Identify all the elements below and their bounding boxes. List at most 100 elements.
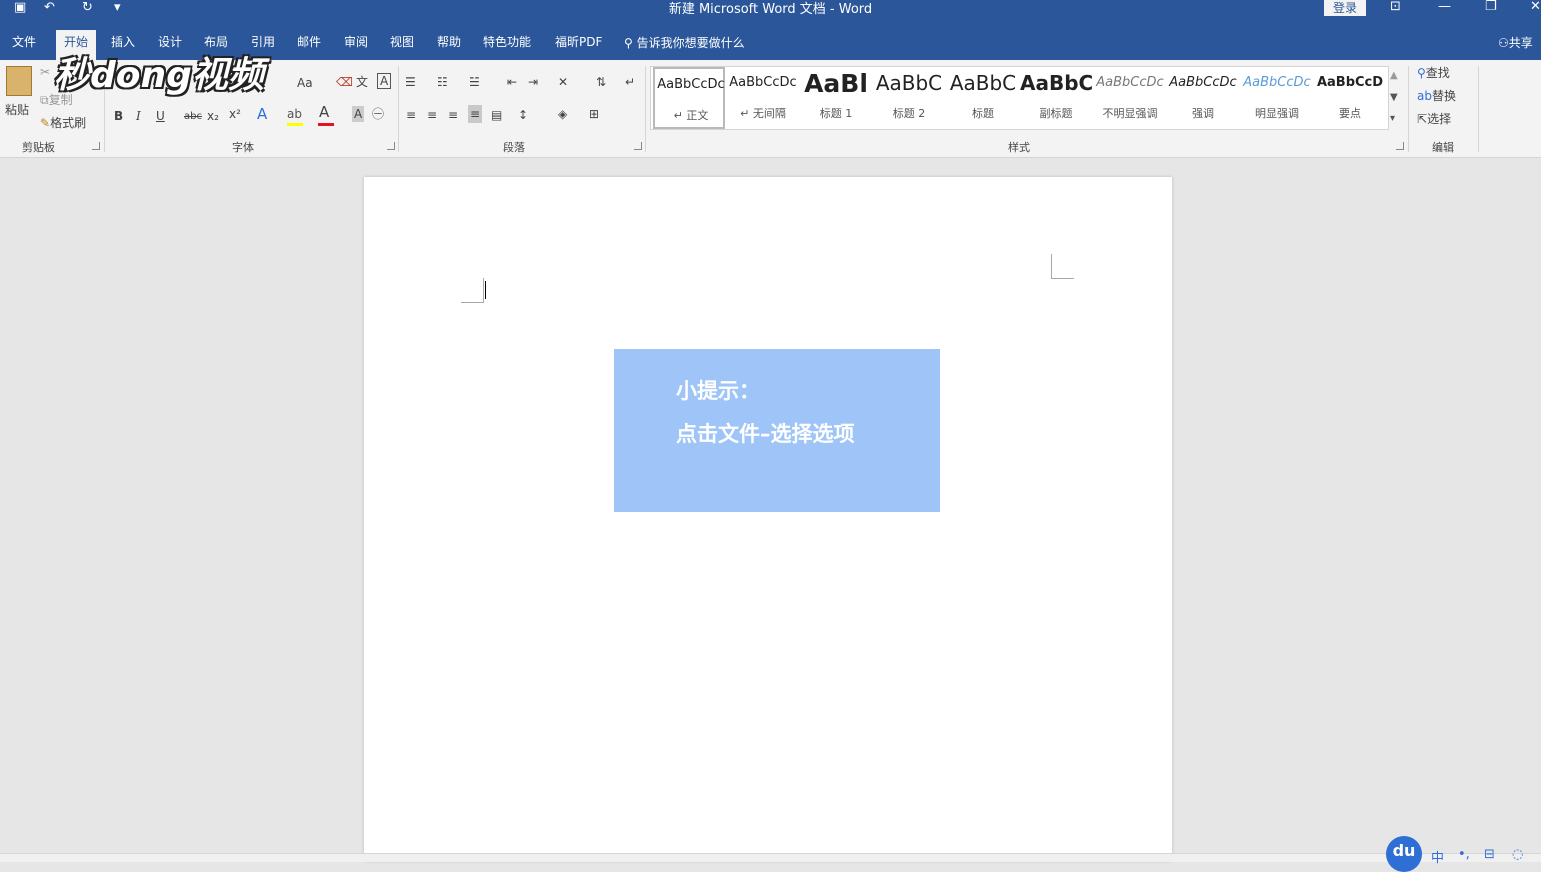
highlight-color-bar: [287, 123, 303, 126]
distributed-icon[interactable]: ▤: [491, 107, 502, 123]
tell-me-box[interactable]: ⚲ 告诉我你想要做什么: [624, 34, 745, 51]
format-painter-button[interactable]: ✎格式刷: [40, 115, 86, 131]
styles-gallery: AaBbCcDc ↵ 正文 AaBbCcDc ↵ 无间隔 AaBl 标题 1 A…: [650, 66, 1389, 130]
tab-help[interactable]: 帮助: [437, 34, 461, 50]
text-effects-icon[interactable]: A: [257, 106, 267, 122]
ribbon-display-icon[interactable]: ⊡: [1390, 0, 1401, 15]
document-page[interactable]: [364, 177, 1172, 861]
text-cursor: [485, 281, 486, 299]
tab-review[interactable]: 审阅: [344, 34, 368, 50]
font-color-bar: [318, 123, 334, 126]
cursor-icon: ⇱: [1417, 112, 1428, 126]
underline-button[interactable]: U: [156, 108, 165, 124]
style-normal[interactable]: AaBbCcDc ↵ 正文: [653, 67, 725, 129]
close-icon[interactable]: ✕: [1530, 0, 1541, 15]
settings-icon[interactable]: ◌: [1512, 847, 1523, 862]
char-shading-button[interactable]: A: [352, 106, 365, 122]
style-no-spacing[interactable]: AaBbCcDc ↵ 无间隔: [727, 67, 799, 129]
italic-button[interactable]: I: [136, 108, 141, 124]
find-icon: ⚲: [1417, 66, 1426, 80]
paste-icon[interactable]: [6, 66, 32, 96]
gallery-up-icon[interactable]: ▲: [1390, 68, 1398, 84]
share-label: 共享: [1508, 36, 1533, 50]
style-emphasis[interactable]: AaBbCcDc 强调: [1167, 67, 1239, 129]
punctuation-icon[interactable]: •,: [1458, 847, 1470, 862]
gallery-down-icon[interactable]: ▼: [1390, 90, 1398, 106]
style-subtitle[interactable]: AaBbC 副标题: [1020, 67, 1092, 129]
change-case-button[interactable]: Aa: [297, 75, 313, 91]
copy-icon: ⧉: [40, 93, 49, 107]
tip-title: 小提示：: [676, 379, 760, 403]
font-color-button[interactable]: A: [319, 104, 329, 120]
restore-icon[interactable]: ❐: [1485, 0, 1497, 15]
show-marks-icon[interactable]: ↵: [625, 74, 635, 90]
tab-mailings[interactable]: 邮件: [297, 34, 321, 50]
style-subtle-emphasis[interactable]: AaBbCcDc 不明显强调: [1094, 67, 1166, 129]
strikethrough-button[interactable]: abc: [184, 109, 202, 125]
find-button[interactable]: ⚲查找: [1417, 65, 1450, 81]
select-button[interactable]: ⇱选择: [1417, 111, 1451, 127]
bullets-icon[interactable]: ☰: [405, 74, 416, 90]
phonetic-guide-icon[interactable]: 文: [356, 74, 368, 90]
gallery-more-icon[interactable]: ▾: [1390, 111, 1395, 127]
window-title: 新建 Microsoft Word 文档 - Word: [668, 2, 873, 17]
decrease-indent-icon[interactable]: ⇤: [507, 74, 517, 90]
tab-foxit-pdf[interactable]: 福昕PDF: [555, 34, 602, 50]
tell-me-text: 告诉我你想要做什么: [636, 36, 745, 50]
share-button[interactable]: ⚇共享: [1498, 34, 1533, 51]
highlight-icon[interactable]: ab: [287, 106, 302, 122]
align-center-icon[interactable]: ≡: [427, 107, 437, 123]
tip-text: 点击文件–选择选项: [676, 422, 855, 446]
paste-button[interactable]: 粘贴: [5, 102, 29, 118]
chinese-layout-icon[interactable]: ✕: [558, 74, 568, 90]
crop-mark-left: [461, 278, 484, 303]
group-divider: [1408, 66, 1409, 152]
tab-view[interactable]: 视图: [390, 34, 414, 50]
cut-icon[interactable]: ✂: [40, 64, 50, 80]
tab-features[interactable]: 特色功能: [483, 34, 531, 50]
title-bar: ▣ ↶ ↻ ▾ 新建 Microsoft Word 文档 - Word 登录 ⊡…: [0, 0, 1541, 17]
group-divider: [398, 66, 399, 152]
multilevel-list-icon[interactable]: ☱: [469, 74, 480, 90]
line-spacing-icon[interactable]: ↕: [518, 107, 528, 123]
numbering-icon[interactable]: ☷: [437, 74, 448, 90]
shading-icon[interactable]: ◈: [558, 106, 567, 122]
clipboard-group-label: 剪贴板: [22, 141, 55, 154]
style-strong[interactable]: AaBbCcD 要点: [1314, 67, 1386, 129]
toolbox-icon[interactable]: ⊟: [1484, 847, 1495, 862]
paragraph-launcher-icon[interactable]: [634, 142, 642, 150]
align-right-icon[interactable]: ≡: [448, 107, 458, 123]
superscript-button[interactable]: x²: [229, 106, 241, 122]
enclosed-char-icon[interactable]: ㊀: [372, 106, 384, 122]
subscript-button[interactable]: x₂: [207, 108, 219, 124]
brush-icon: ✎: [40, 116, 51, 130]
watermark-logo: 秒dong视频: [54, 55, 264, 96]
styles-group-label: 样式: [1008, 141, 1030, 154]
char-border-icon[interactable]: A: [377, 73, 392, 89]
increase-indent-icon[interactable]: ⇥: [528, 74, 538, 90]
sort-icon[interactable]: ⇅: [596, 74, 606, 90]
clear-format-icon[interactable]: ⌫: [336, 74, 353, 90]
ime-icon[interactable]: 中: [1431, 847, 1444, 866]
paragraph-group-label: 段落: [503, 141, 525, 154]
borders-icon[interactable]: ⊞: [589, 106, 599, 122]
justify-icon[interactable]: ≡: [468, 105, 483, 123]
tab-file[interactable]: 文件: [12, 34, 36, 50]
replace-button[interactable]: ab替换: [1417, 88, 1456, 104]
clipboard-launcher-icon[interactable]: [92, 142, 100, 150]
person-icon: ⚇: [1498, 36, 1509, 50]
style-title[interactable]: AaBbC 标题: [947, 67, 1019, 129]
crop-mark-right: [1051, 254, 1074, 279]
align-left-icon[interactable]: ≡: [406, 107, 416, 123]
bold-button[interactable]: B: [114, 108, 123, 124]
style-intense-emphasis[interactable]: AaBbCcDc 明显强调: [1241, 67, 1313, 129]
font-group-label: 字体: [232, 141, 254, 154]
du-badge: du: [1386, 836, 1422, 872]
login-button[interactable]: 登录: [1324, 0, 1366, 16]
group-divider: [1478, 66, 1479, 152]
style-heading-2[interactable]: AaBbC 标题 2: [873, 67, 945, 129]
style-heading-1[interactable]: AaBl 标题 1: [800, 67, 872, 129]
minimize-icon[interactable]: —: [1438, 0, 1451, 15]
font-launcher-icon[interactable]: [387, 142, 395, 150]
styles-launcher-icon[interactable]: [1396, 142, 1404, 150]
